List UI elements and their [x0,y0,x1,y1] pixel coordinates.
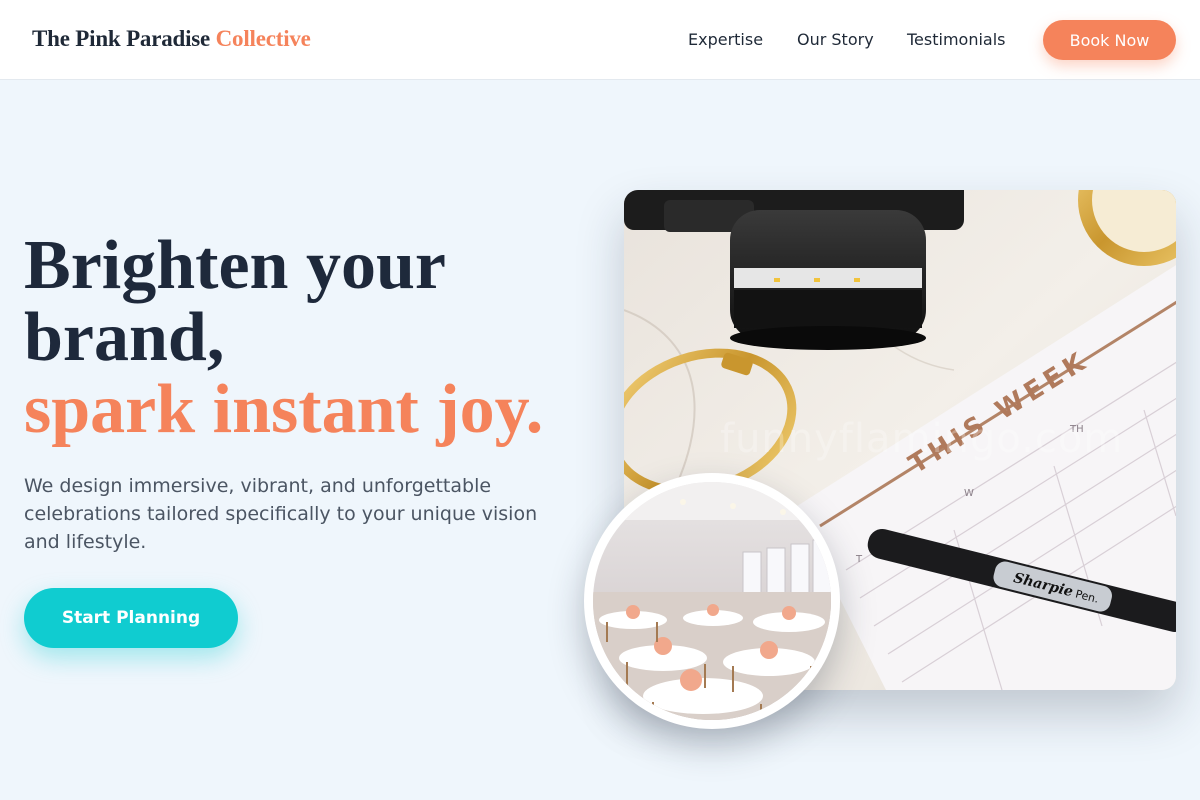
start-planning-button[interactable]: Start Planning [24,588,238,648]
headline-accent: spark instant joy. [24,371,544,448]
nav-link-expertise[interactable]: Expertise [688,30,763,49]
watermark-text: funnyflamingo.com [720,416,1124,462]
planner-day-t: T [855,554,863,565]
venue-photo [593,482,831,720]
logo-accent-text: Collective [215,26,311,51]
hero-subtext: We design immersive, vibrant, and unforg… [24,475,538,553]
book-now-button[interactable]: Book Now [1043,20,1176,60]
planner-day-w: W [964,488,974,499]
brand-logo[interactable]: The Pink Paradise Collective [32,26,311,52]
nav-link-testimonials[interactable]: Testimonials [907,30,1006,49]
logo-main-text: The Pink Paradise [32,26,211,51]
headline-line-1: Brighten your [24,227,446,304]
nav-link-our-story[interactable]: Our Story [797,30,874,49]
venue-photo-frame [584,473,840,729]
site-header: The Pink Paradise Collective Expertise O… [0,0,1200,80]
headline-line-2: brand, [24,299,225,376]
hero-headline: Brighten your brand, spark instant joy. [24,230,543,446]
